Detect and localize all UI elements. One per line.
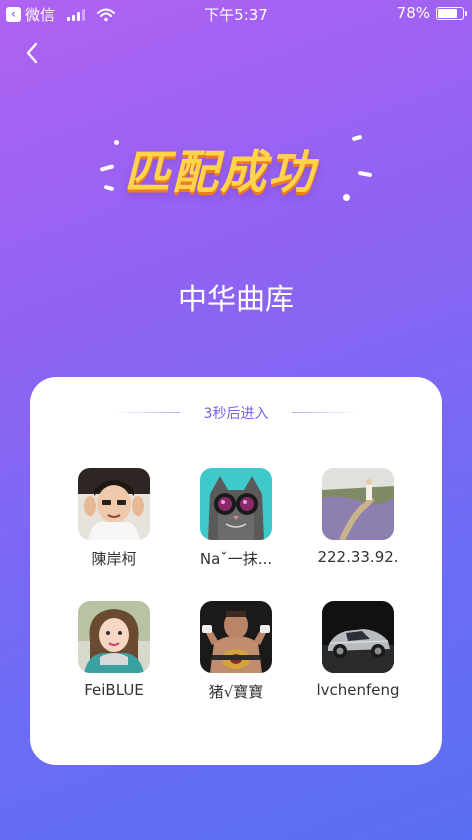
battery-fill [438,8,457,18]
avatar [78,468,150,540]
avatar [322,468,394,540]
status-bar: ‹ 微信 下午5:37 78% [0,0,472,26]
member-item[interactable]: Naˇ一抹... [175,468,297,569]
status-right: 78% [396,4,467,22]
member-name: 222.33.92. [317,548,399,566]
avatar [78,601,150,673]
member-name: Naˇ一抹... [199,550,273,568]
divider-right [292,412,358,413]
member-name: 陳岸柯 [91,550,137,568]
member-item[interactable]: FeiBLUE [53,601,175,699]
member-item[interactable]: 222.33.92. [297,468,419,566]
battery-percent: 78% [396,4,430,22]
members-card: 3秒后进入 陳岸柯 Naˇ一抹... 222.33.92. FeiBLUE 猪√… [30,377,442,765]
member-item[interactable]: 陳岸柯 [53,468,175,569]
match-title-text: 匹配成功 [124,145,316,199]
avatar [200,601,272,673]
member-item[interactable]: lvchenfeng [297,601,419,699]
sparkle-decoration [114,140,119,145]
avatar [200,468,272,540]
sparkle-decoration [351,134,363,142]
avatar [322,601,394,673]
member-name: lvchenfeng [316,681,400,699]
sparkle-decoration [103,184,115,192]
countdown-text: 3秒后进入 [203,406,269,422]
member-name: 猪√寶寶 [208,683,264,701]
library-name: 中华曲库 [177,282,294,316]
chevron-left-icon [26,42,38,64]
member-name: FeiBLUE [84,681,144,699]
back-button[interactable] [20,38,44,68]
member-item[interactable]: 猪√寶寶 [175,601,297,702]
countdown-row: 3秒后进入 [30,403,442,423]
sparkle-decoration [357,170,373,178]
sparkle-decoration [99,164,115,172]
match-success-banner: 匹配成功 [99,128,380,208]
sparkle-decoration [343,194,350,201]
battery-icon [436,6,467,20]
